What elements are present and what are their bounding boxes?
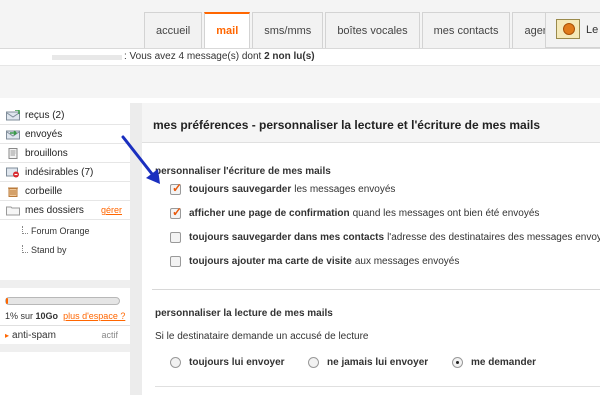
quota-bar [5,297,120,305]
read-receipt-question: Si le destinataire demande un accusé de … [155,331,369,342]
quota-capacity: 10Go [35,311,59,321]
quota-info: 1% sur 10Go plus d'espace ? [5,311,125,321]
sent-icon [6,129,20,139]
checkbox[interactable] [170,232,181,243]
folder-label: envoyés [25,128,63,140]
folder-label: indésirables (7) [25,166,94,178]
antispam-row[interactable]: ▸ anti-spam actif [0,326,130,344]
annotation-arrow-icon [121,135,160,184]
chevron-right-icon: ▸ [5,330,10,340]
folder-envoyes[interactable]: envoyés [0,125,130,144]
subfolder-stand-by[interactable]: Stand by [22,245,67,255]
subfolder-forum-orange[interactable]: Forum Orange [22,226,90,236]
quota-fill [6,298,8,304]
tab-boites-vocales[interactable]: boîtes vocales [325,12,420,48]
toolbar-band [0,66,600,98]
unread-count: 2 non lu(s) [264,51,315,62]
drafts-icon [8,147,18,159]
option-carte-de-visite[interactable]: toujours ajouter ma carte de visite aux … [170,256,459,267]
message-status: : Vous avez 4 message(s) dont 2 non lu(s… [124,51,315,62]
folder-recus[interactable]: reçus (2) [0,106,130,125]
tab-mail[interactable]: mail [204,12,251,48]
folder-indesirables[interactable]: indésirables (7) [0,163,130,182]
subfolder-label: Stand by [31,245,67,255]
inbox-icon [6,109,20,120]
option-label: les messages envoyés [294,184,396,195]
option-bold-label: toujours ajouter ma carte de visite [189,256,352,267]
folder-label: reçus (2) [25,109,65,121]
manage-folders-link[interactable]: gérer [101,205,122,215]
radio-label: ne jamais lui envoyer [327,357,429,368]
option-bold-label: toujours sauvegarder [189,184,292,195]
option-toujours-sauvegarder[interactable]: toujours sauvegarder les messages envoyé… [170,181,396,195]
status-prefix: : Vous avez 4 message(s) dont [124,51,262,62]
widget-icon [556,19,580,39]
section-divider [152,289,600,290]
quota-percent: 1% sur [5,311,34,321]
tab-label: mail [216,25,239,37]
checkbox[interactable] [170,181,182,195]
folder-label: brouillons [25,147,68,159]
account-name [52,55,122,60]
folder-mes-dossiers[interactable]: mes dossiers gérer [0,201,130,220]
more-space-link[interactable]: plus d'espace ? [63,311,125,321]
tab-label: accueil [156,24,191,37]
radio-toujours-envoyer[interactable]: toujours lui envoyer [170,357,285,368]
subfolder-label: Forum Orange [31,226,90,236]
tab-label: mes contacts [433,24,499,37]
checkbox[interactable] [170,205,182,219]
tab-accueil[interactable]: accueil [144,12,203,48]
radio-button[interactable] [170,357,181,368]
tab-mes-contacts[interactable]: mes contacts [421,12,511,48]
folder-icon [6,206,20,215]
option-sauvegarder-contacts[interactable]: toujours sauvegarder dans mes contacts l… [170,232,600,243]
tab-label: sms/mms [264,24,312,37]
radio-label: toujours lui envoyer [189,357,285,368]
main-tabs: accueil mail sms/mms boîtes vocales mes … [144,12,575,48]
page-title: mes préférences - personnaliser la lectu… [153,118,541,132]
divider [155,386,600,387]
sidebar-separator [0,344,130,352]
radio-button[interactable] [452,357,463,368]
tab-sms-mms[interactable]: sms/mms [252,12,324,48]
option-page-confirmation[interactable]: afficher une page de confirmation quand … [170,205,540,219]
folder-brouillons[interactable]: brouillons [0,144,130,163]
trash-icon [8,187,18,197]
spam-icon [6,167,19,177]
radio-me-demander[interactable]: me demander [452,357,536,368]
tab-label: boîtes vocales [337,24,408,37]
checkbox[interactable] [170,256,181,267]
tab-le-label: Le [586,24,599,36]
option-label: aux messages envoyés [354,256,460,267]
antispam-status: actif [101,330,118,340]
antispam-label: anti-spam [12,329,56,341]
folder-corbeille[interactable]: corbeille [0,182,130,201]
reading-section-title: personnaliser la lecture de mes mails [155,308,333,319]
option-bold-label: toujours sauvegarder dans mes contacts [189,232,385,243]
preferences-panel [142,103,600,395]
sidebar-separator [0,280,130,288]
option-label: l'adresse des destinataires des messages… [387,232,600,243]
radio-label: me demander [471,357,537,368]
folder-label: corbeille [25,185,63,197]
option-bold-label: afficher une page de confirmation [189,208,350,219]
writing-section-title: personnaliser l'écriture de mes mails [155,166,331,177]
option-label: quand les messages ont bien été envoyés [352,208,540,219]
folder-label: mes dossiers [25,204,84,216]
radio-button[interactable] [308,357,319,368]
radio-jamais-envoyer[interactable]: ne jamais lui envoyer [308,357,428,368]
